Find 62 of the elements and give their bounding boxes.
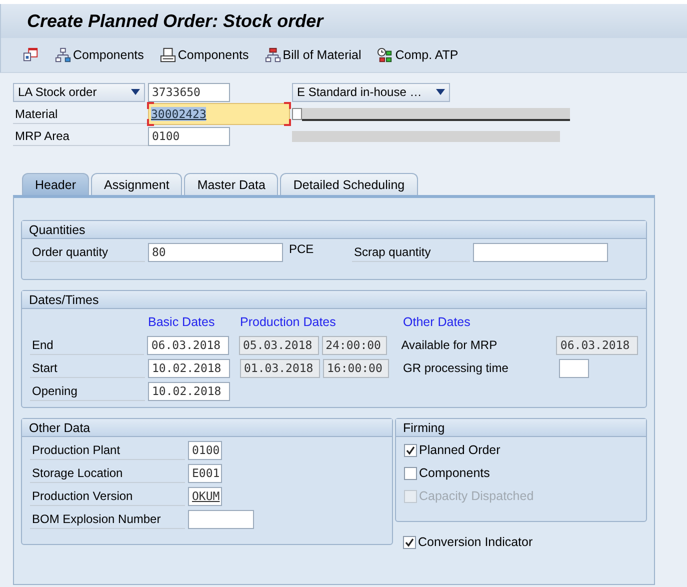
input-field: 05.03.2018: [238, 336, 319, 354]
toolbar-button[interactable]: Components: [158, 47, 251, 63]
field-label: GR processing time: [402, 360, 510, 377]
field-label: Material: [13, 104, 148, 124]
field-label: Start: [30, 358, 145, 378]
dropdown[interactable]: E Standard in-house …: [292, 82, 450, 102]
column-heading: Basic Dates: [148, 315, 216, 329]
input-field[interactable]: 0100: [188, 440, 222, 460]
tab[interactable]: Detailed Scheduling: [280, 173, 418, 195]
input-field[interactable]: 80: [148, 242, 283, 262]
input-field: 24:00:00: [322, 336, 388, 354]
unit-label: PCE: [289, 242, 315, 256]
field-label: Production Plant: [30, 440, 185, 460]
input-field[interactable]: 06.03.2018: [147, 336, 229, 354]
column-heading: Other Dates: [403, 315, 472, 329]
tab[interactable]: Master Data: [184, 173, 278, 195]
field-label: Storage Location: [30, 463, 185, 483]
tab[interactable]: Header: [22, 173, 89, 195]
calendar-icon: [23, 47, 39, 63]
checkbox: Capacity Dispatched: [404, 486, 638, 506]
checkmark-icon: [406, 446, 415, 454]
dropdown[interactable]: LA Stock order: [13, 82, 145, 102]
field-label: Scrap quantity: [352, 242, 470, 262]
toolbar-button[interactable]: Components: [53, 47, 146, 63]
hierarchy-icon: [264, 47, 281, 63]
input-field[interactable]: 30002423: [148, 103, 290, 125]
input-field[interactable]: 10.02.2018: [148, 382, 230, 400]
checkbox[interactable]: Planned Order: [404, 440, 638, 460]
checkbox[interactable]: Components: [404, 463, 638, 483]
toolbar-button[interactable]: Comp. ATP: [375, 47, 460, 63]
window-title: Create Planned Order: Stock order: [27, 10, 324, 32]
input-field: 06.03.2018: [556, 336, 638, 354]
field-label: BOM Explosion Number: [30, 509, 185, 529]
hierarchy-icon: [55, 47, 71, 63]
group-title: Dates/Times: [29, 292, 99, 306]
tab[interactable]: Assignment: [91, 173, 182, 195]
checkbox[interactable]: Conversion Indicator: [403, 532, 533, 552]
input-field[interactable]: OKUM: [188, 486, 222, 506]
field-label: Opening: [30, 381, 145, 401]
group-title: Other Data: [29, 420, 90, 434]
dropdown-arrow-icon: [436, 89, 445, 95]
input-field[interactable]: [473, 242, 608, 262]
check-availability-icon: [377, 47, 394, 63]
group-title: Firming: [403, 420, 445, 434]
input-field[interactable]: 0100: [148, 126, 230, 146]
input-field[interactable]: 3733650: [148, 82, 230, 102]
input-field[interactable]: [188, 510, 254, 528]
input-field[interactable]: [559, 358, 589, 378]
input-field[interactable]: E001: [188, 464, 222, 482]
field-label: Available for MRP: [400, 337, 498, 354]
input-field: 16:00:00: [323, 358, 389, 378]
field-label: End: [30, 335, 144, 355]
checkmark-icon: [405, 538, 414, 546]
field-label: Production Version: [30, 486, 185, 506]
group-title: Quantities: [29, 222, 86, 236]
printer-icon: [160, 47, 176, 63]
dropdown-arrow-icon: [131, 89, 140, 95]
field-label: Order quantity: [30, 242, 145, 262]
toolbar-button[interactable]: Bill of Material: [262, 47, 364, 63]
input-field: 01.03.2018: [240, 358, 320, 378]
input-field[interactable]: 10.02.2018: [148, 358, 230, 378]
column-heading: Production Dates: [240, 315, 337, 329]
